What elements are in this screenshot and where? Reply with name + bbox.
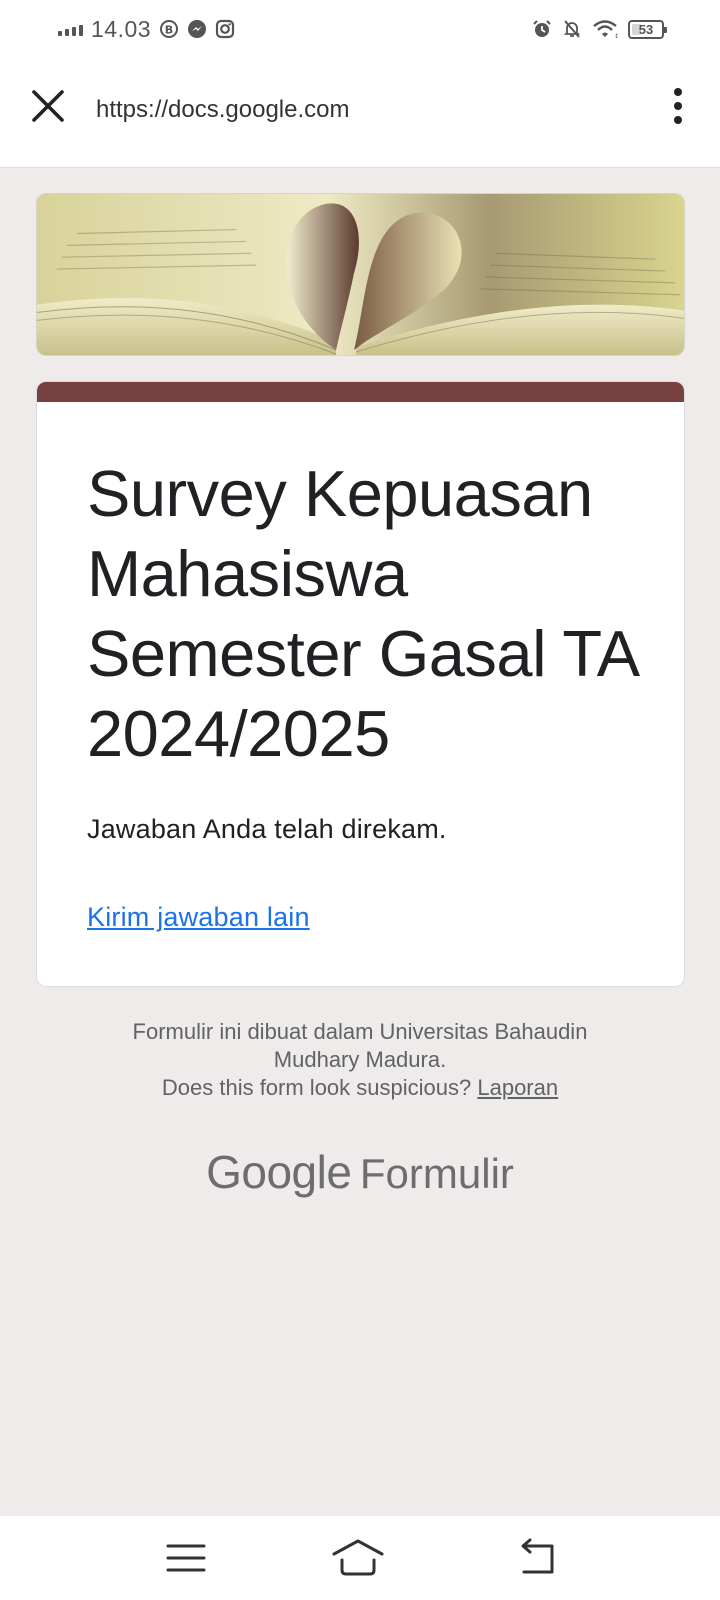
form-header-image xyxy=(36,193,685,356)
more-options-button[interactable] xyxy=(666,84,690,128)
mute-icon xyxy=(562,19,582,39)
battery-level: 53 xyxy=(638,21,654,37)
google-forms-logo[interactable]: Google Formulir xyxy=(0,1145,720,1199)
signal-icon xyxy=(58,22,83,36)
status-bar: 14.03 B ↕ 53 xyxy=(0,0,720,58)
back-button[interactable] xyxy=(510,1538,566,1578)
footer-line-3: Does this form look suspicious? Laporan xyxy=(0,1074,720,1102)
url-text[interactable]: https://docs.google.com xyxy=(96,96,349,124)
brand-google: Google xyxy=(206,1146,352,1198)
submit-another-response-link[interactable]: Kirim jawaban lain xyxy=(87,902,310,933)
close-button[interactable] xyxy=(26,84,70,128)
back-icon xyxy=(521,1538,554,1574)
system-nav-bar xyxy=(0,1516,720,1600)
card-accent-bar xyxy=(37,382,684,402)
wifi-icon: ↕ xyxy=(592,19,619,40)
b-icon: B xyxy=(159,19,179,39)
footer-line-2: Mudhary Madura. xyxy=(273,1047,447,1072)
home-icon xyxy=(332,1539,384,1576)
svg-text:↕: ↕ xyxy=(614,33,618,39)
home-button[interactable] xyxy=(330,1538,386,1578)
more-vert-icon xyxy=(674,88,682,96)
confirmation-message: Jawaban Anda telah direkam. xyxy=(87,814,447,844)
form-footer: Formulir ini dibuat dalam Universitas Ba… xyxy=(0,1018,720,1102)
messenger-icon xyxy=(187,19,207,39)
brand-product: Formulir xyxy=(359,1150,514,1197)
instagram-icon xyxy=(215,19,235,39)
status-right: ↕ 53 xyxy=(532,16,667,42)
browser-url-bar: https://docs.google.com xyxy=(0,58,720,168)
footer-line-1: Formulir ini dibuat dalam Universitas Ba… xyxy=(132,1019,588,1044)
book-heart-image xyxy=(37,194,684,355)
menu-icon xyxy=(166,1544,206,1572)
close-icon xyxy=(32,90,64,122)
recent-apps-button[interactable] xyxy=(158,1538,214,1578)
form-title: Survey Kepuasan Mahasiswa Semester Gasal… xyxy=(87,457,637,770)
status-time: 14.03 xyxy=(91,15,152,42)
suspicious-text: Does this form look suspicious? xyxy=(161,1075,472,1100)
report-link[interactable]: Laporan xyxy=(477,1075,558,1100)
battery-icon: 53 xyxy=(628,19,667,39)
confirmation-card: Survey Kepuasan Mahasiswa Semester Gasal… xyxy=(36,381,685,987)
svg-text:B: B xyxy=(165,24,173,37)
status-left: 14.03 B xyxy=(58,14,235,44)
alarm-icon xyxy=(532,19,552,39)
